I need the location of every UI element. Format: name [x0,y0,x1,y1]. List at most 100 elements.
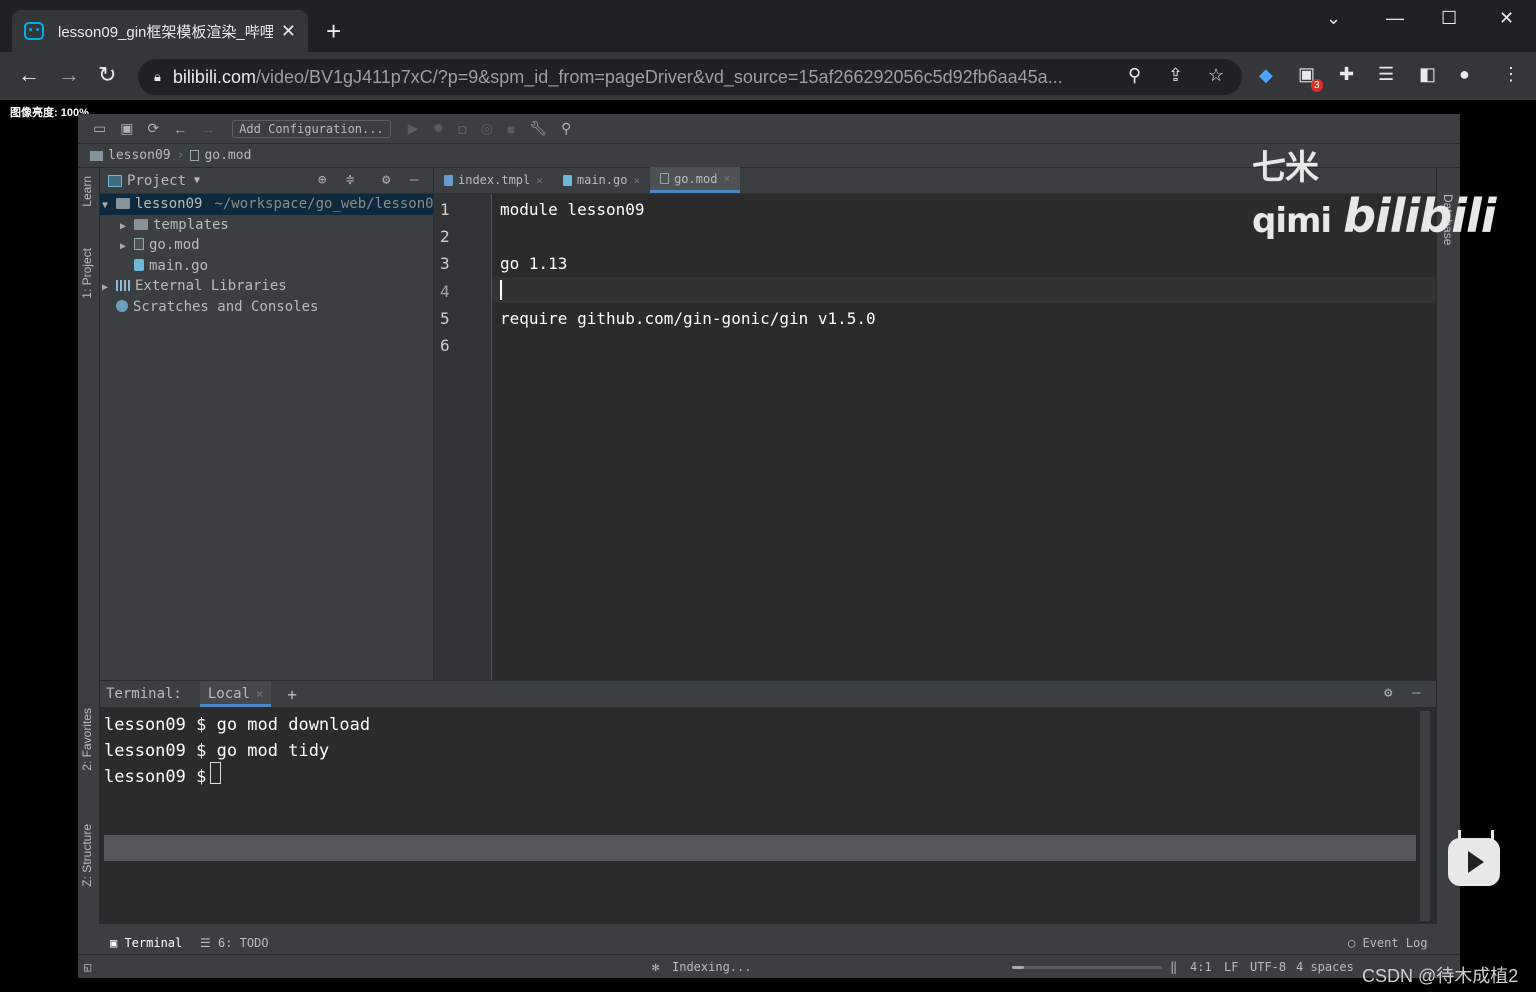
line-number: 4 [440,282,450,301]
indexing-spinner-icon: ✻ [652,960,660,974]
text-caret [500,280,502,300]
coverage-icon[interactable]: ◘ [458,121,466,137]
terminal-bottom-tab[interactable]: ▣ Terminal [110,936,182,950]
extension-gem-icon[interactable]: ◆ [1259,65,1273,86]
hide-panel-icon[interactable]: — [1412,685,1420,701]
expand-arrow-icon[interactable]: ▶ [102,278,116,299]
window-close-icon[interactable]: ✕ [1499,8,1514,29]
save-icon[interactable]: ▣ [120,120,133,137]
terminal-label: Terminal: [106,686,182,702]
expand-arrow-icon[interactable]: ▶ [120,237,134,258]
nav-back-icon[interactable]: ← [173,121,187,137]
close-icon[interactable]: × [723,172,730,185]
reload-icon[interactable]: ↻ [98,62,116,88]
line-number: 6 [440,336,450,355]
editor-tab-main-go[interactable]: main.go × [553,167,650,193]
url-domain: bilibili.com [172,66,256,87]
tool-tab-structure[interactable]: Z: Structure [80,824,94,887]
nav-forward-icon[interactable]: → [201,121,215,137]
toggle-tool-windows-icon[interactable]: ◱ [84,960,91,974]
add-configuration-button[interactable]: Add Configuration... [232,119,391,138]
hide-panel-icon[interactable]: — [410,172,418,188]
open-folder-icon[interactable]: ▭ [93,120,106,137]
forward-icon[interactable]: → [58,62,80,88]
tab-search-icon[interactable]: ⌄ [1326,8,1341,29]
profile-run-icon[interactable]: ◎ [481,120,493,137]
settings-wrench-icon[interactable]: 🔧︎ [529,120,547,137]
locate-icon[interactable]: ⊕ [318,172,326,188]
mod-file-icon [134,238,144,250]
share-icon[interactable]: ⇪ [1168,65,1183,86]
zoom-icon[interactable]: ⚲ [1128,65,1141,86]
sync-icon[interactable]: ⟳ [147,120,159,137]
chevron-down-icon[interactable]: ▼ [194,175,200,186]
right-tool-strip: Database [1436,168,1460,924]
profile-icon[interactable]: ● [1459,64,1470,85]
tv-play-icon[interactable] [1448,838,1500,886]
gear-icon[interactable]: ⚙ [1384,685,1392,701]
new-tab-button[interactable]: + [326,18,341,44]
address-bar[interactable]: 🔒︎ bilibili.com/video/BV1gJ411p7xC/?p=9&… [138,59,1242,95]
tree-node-lesson09[interactable]: ▼ lesson09 ~/workspace/go_web/lesson0 [100,194,434,217]
maximize-icon[interactable]: ☐ [1441,8,1457,29]
tab-close-icon[interactable]: ✕ [281,21,296,42]
editor-tab-go-mod[interactable]: go.mod × [650,167,741,193]
tree-path: ~/workspace/go_web/lesson0 [214,196,434,212]
tree-label: go.mod [149,237,200,253]
search-icon[interactable]: ⚲ [561,120,571,137]
line-separator[interactable]: LF [1224,960,1238,974]
breadcrumb-separator: › [176,148,185,163]
lock-icon[interactable]: 🔒︎ [154,69,161,85]
back-icon[interactable]: ← [18,62,40,88]
project-view-selector[interactable]: Project [127,173,186,189]
event-log-tab[interactable]: ◯ Event Log [1348,936,1427,950]
tree-node-scratches[interactable]: Scratches and Consoles [100,297,433,318]
run-icon[interactable]: ▶ [408,120,419,137]
minimize-icon[interactable]: — [1386,8,1404,29]
terminal-tab-label: Local [207,686,251,702]
indent-setting[interactable]: 4 spaces [1296,960,1354,974]
todo-bottom-tab[interactable]: ☰ 6: TODO [200,936,269,950]
tool-tab-project[interactable]: 1: Project [80,248,94,299]
pause-indexing-icon[interactable]: ‖ [1170,960,1177,974]
breadcrumb-file[interactable]: go.mod [204,148,251,163]
file-encoding[interactable]: UTF-8 [1250,960,1286,974]
terminal-icon: ▣ [110,936,125,950]
watermark-text: 七米qimi [1252,148,1332,241]
star-icon[interactable]: ☆ [1208,65,1224,86]
breadcrumb-project[interactable]: lesson09 [108,148,171,163]
url-path: /video/BV1gJ411p7xC/?p=9&spm_id_from=pag… [255,66,1063,87]
media-icon[interactable]: ☰ [1378,64,1394,85]
debug-icon[interactable]: ✹ [432,120,444,137]
caret-position[interactable]: 4:1 [1190,960,1212,974]
stop-icon[interactable]: ■ [507,121,515,137]
editor-tab-index-tmpl[interactable]: index.tmpl × [434,167,553,193]
gear-icon[interactable]: ⚙ [382,172,390,188]
indexing-status[interactable]: Indexing... [672,960,751,974]
todo-icon: ☰ [200,936,218,950]
terminal-scrollbar[interactable] [1420,711,1430,921]
expand-arrow-icon[interactable]: ▼ [102,196,116,217]
sidepanel-icon[interactable]: ◧ [1419,64,1436,85]
tab-title: lesson09_gin框架模板渲染_哔哩 [58,23,273,41]
tree-node-external-libraries[interactable]: ▶ External Libraries [100,276,433,297]
code-line: go 1.13 [500,254,568,273]
menu-icon[interactable]: ⋮ [1502,64,1520,85]
tree-node-go-mod[interactable]: ▶ go.mod [100,235,433,256]
close-icon[interactable]: × [256,687,263,701]
code-editor[interactable]: module lesson09 go 1.13 require github.c… [492,194,1436,680]
tool-tab-favorites[interactable]: 2: Favorites [80,708,94,771]
terminal-tab-local[interactable]: Local × [199,681,272,707]
new-terminal-button[interactable]: + [287,685,297,704]
close-icon[interactable]: × [536,174,543,187]
close-icon[interactable]: × [633,174,640,187]
collapse-all-icon[interactable]: ≑ [346,172,354,188]
tree-node-main-go[interactable]: main.go [100,256,433,277]
extensions-icon[interactable]: ✚ [1339,64,1354,85]
extension-badge: 3 [1311,79,1323,92]
browser-tab[interactable]: lesson09_gin框架模板渲染_哔哩 ✕ [12,10,308,52]
tool-tab-learn[interactable]: Learn [80,176,94,207]
expand-arrow-icon[interactable]: ▶ [120,217,134,238]
go-file-icon [562,174,572,186]
tree-node-templates[interactable]: ▶ templates [100,215,433,236]
